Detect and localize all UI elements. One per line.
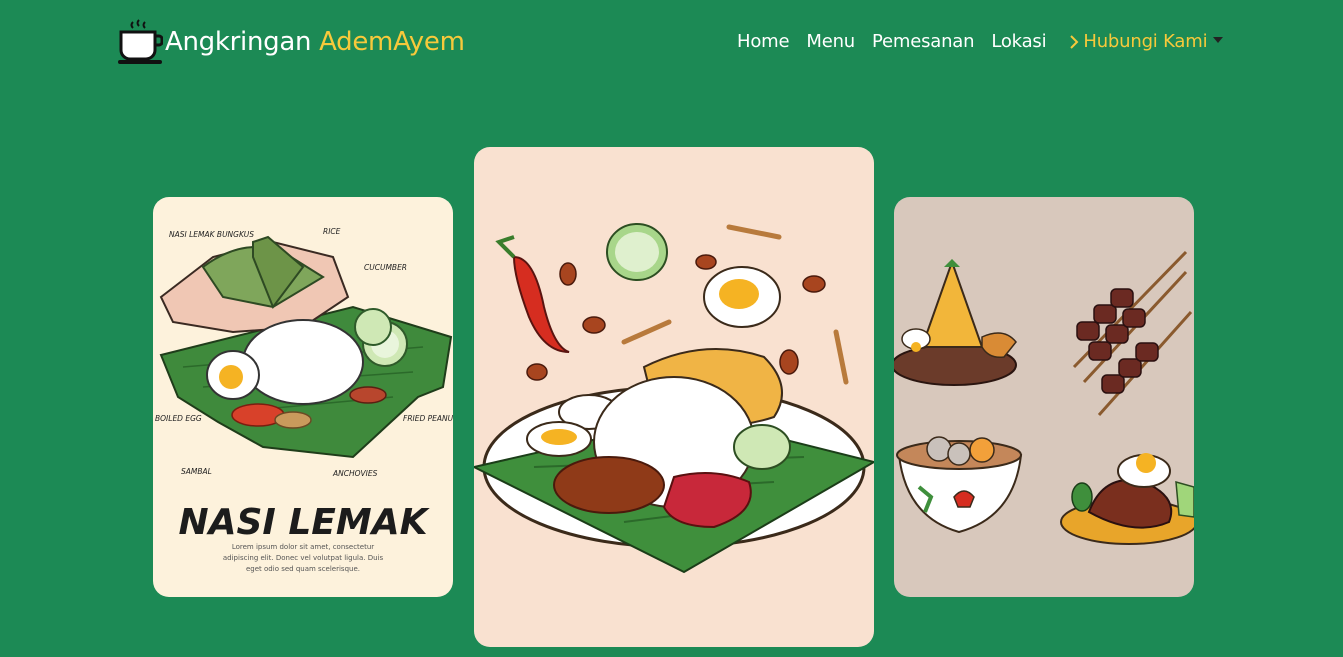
- nasi-lemak-poster-illustration: NASI LEMAK BUNGKUS RICE CUCUMBER BOILED …: [155, 227, 453, 573]
- nav-home[interactable]: Home: [737, 31, 790, 52]
- nav-hubungi-label: Hubungi Kami: [1083, 31, 1208, 52]
- card-indonesian-dishes[interactable]: [894, 197, 1194, 597]
- poster-body-1: Lorem ipsum dolor sit amet, consectetur: [232, 543, 374, 551]
- poster-title: NASI LEMAK: [179, 502, 431, 543]
- dropdown-caret-icon: [1213, 36, 1224, 43]
- brand-name-main: Angkringan: [165, 27, 320, 57]
- card-nasi-lemak-plate[interactable]: [474, 147, 874, 647]
- coffee-cup-icon: [118, 19, 163, 64]
- nav-pemesanan[interactable]: Pemesanan: [872, 31, 975, 52]
- brand-name: Angkringan AdemAyem: [165, 27, 465, 57]
- label-bungkus: NASI LEMAK BUNGKUS: [169, 230, 254, 239]
- main-nav: Home Menu Pemesanan Lokasi Hubungi Kami: [737, 31, 1224, 52]
- nasi-lemak-plate-illustration: [474, 223, 874, 574]
- nav-menu[interactable]: Menu: [806, 31, 855, 52]
- label-egg: BOILED EGG: [155, 414, 202, 423]
- indonesian-dishes-illustration: [894, 250, 1194, 545]
- nav-lokasi[interactable]: Lokasi: [991, 31, 1046, 52]
- navbar: Angkringan AdemAyem Home Menu Pemesanan …: [0, 0, 1343, 90]
- label-peanuts: FRIED PEANUTS: [403, 414, 453, 423]
- card-nasi-lemak-poster[interactable]: NASI LEMAK BUNGKUS RICE CUCUMBER BOILED …: [153, 197, 453, 597]
- poster-body-2: adipiscing elit. Donec vel volutpat ligu…: [223, 554, 384, 562]
- nav-hubungi-dropdown[interactable]: Hubungi Kami: [1067, 31, 1224, 52]
- chevron-right-icon: [1070, 34, 1079, 49]
- poster-body-3: eget odio sed quam scelerisque.: [246, 565, 360, 573]
- label-cucumber: CUCUMBER: [364, 263, 407, 272]
- label-rice: RICE: [323, 227, 341, 236]
- brand-name-accent: AdemAyem: [319, 27, 465, 57]
- label-sambal: SAMBAL: [181, 467, 212, 476]
- brand-link[interactable]: Angkringan AdemAyem: [117, 18, 465, 66]
- label-anchovies: ANCHOVIES: [332, 469, 378, 478]
